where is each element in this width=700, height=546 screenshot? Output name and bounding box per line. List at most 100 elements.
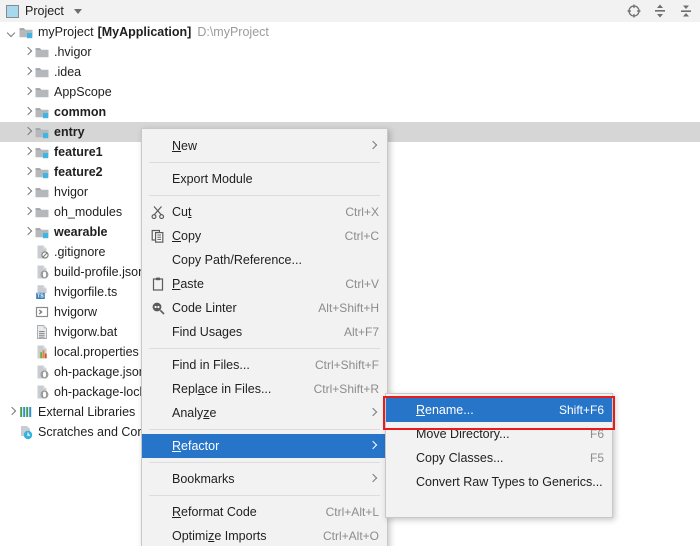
menu-item-shortcut: F6 [590, 427, 604, 441]
tree-row-hvigor[interactable]: .hvigor [0, 42, 700, 62]
menu-item-paste[interactable]: PasteCtrl+V [142, 272, 387, 296]
tree-row-label: oh-package.json5 [54, 365, 153, 379]
tree-row-label: local.properties [54, 345, 139, 359]
menu-item-shortcut: Ctrl+Alt+L [326, 505, 379, 519]
menu-item-label: New [172, 139, 359, 153]
chevron-right-icon[interactable] [22, 107, 33, 118]
menu-item-find-in-files[interactable]: Find in Files... Ctrl+Shift+F [142, 353, 387, 377]
tree-row-appscope[interactable]: AppScope [0, 82, 700, 102]
menu-icon-placeholder [394, 426, 410, 442]
menu-item-shortcut: Ctrl+X [345, 205, 379, 219]
menu-separator [149, 462, 380, 463]
menu-item-export-module[interactable]: Export Module [142, 167, 387, 191]
chevron-down-icon[interactable] [6, 27, 17, 38]
tree-row-label: oh_modules [54, 205, 122, 219]
chevron-right-icon[interactable] [22, 167, 33, 178]
menu-item-label: Reformat Code [172, 505, 312, 519]
menu-item-replace-in-files[interactable]: Replace in Files...Ctrl+Shift+R [142, 377, 387, 401]
chevron-right-icon [369, 408, 379, 418]
menu-icon-placeholder [394, 450, 410, 466]
menu-icon-placeholder [150, 504, 166, 520]
tree-row-label: feature1 [54, 145, 103, 159]
menu-icon-placeholder [150, 252, 166, 268]
menu-item-label: Find in Files... [172, 358, 301, 372]
typescript-file-icon: TS [34, 284, 50, 300]
module-folder-icon [18, 24, 34, 40]
chevron-right-icon[interactable] [22, 207, 33, 218]
collapse-all-icon[interactable] [678, 3, 694, 19]
chevron-right-icon[interactable] [22, 187, 33, 198]
menu-item-bookmarks[interactable]: Bookmarks [142, 467, 387, 491]
tree-arrow-placeholder [22, 347, 33, 358]
menu-item-optimize-imports[interactable]: Optimize ImportsCtrl+Alt+O [142, 524, 387, 546]
menu-item-shortcut: Ctrl+V [345, 277, 379, 291]
folder-icon [34, 184, 50, 200]
tree-arrow-placeholder [22, 267, 33, 278]
code-linter-icon [150, 300, 166, 316]
tree-row-label: External Libraries [38, 405, 135, 419]
expand-all-icon[interactable] [652, 3, 668, 19]
tree-row-label: hvigor [54, 185, 88, 199]
menu-icon-placeholder [150, 528, 166, 544]
menu-separator [149, 495, 380, 496]
menu-item-refactor[interactable]: Refactor [142, 434, 387, 458]
menu-item-copy[interactable]: CopyCtrl+C [142, 224, 387, 248]
tree-row-label: common [54, 105, 106, 119]
refactor-submenu[interactable]: Rename...Shift+F6 Move Directory... F6 Copy… [385, 393, 613, 518]
menu-item-copy-path-reference[interactable]: Copy Path/Reference... [142, 248, 387, 272]
project-tool-window: Project [0, 0, 700, 546]
chevron-down-icon[interactable] [74, 9, 82, 14]
menu-item-label: Code Linter [172, 301, 304, 315]
menu-icon-placeholder [150, 381, 166, 397]
tree-arrow-placeholder [6, 427, 17, 438]
chevron-right-icon[interactable] [22, 87, 33, 98]
chevron-right-icon[interactable] [22, 47, 33, 58]
submenu-item-rename[interactable]: Rename...Shift+F6 [386, 398, 612, 422]
tree-row-common[interactable]: common [0, 102, 700, 122]
chevron-right-icon [369, 141, 379, 151]
menu-item-shortcut: Ctrl+Alt+O [323, 529, 379, 543]
tree-row-label: .hvigor [54, 45, 92, 59]
tree-arrow-placeholder [22, 327, 33, 338]
tree-arrow-placeholder [22, 287, 33, 298]
chevron-right-icon[interactable] [22, 147, 33, 158]
tree-row-module-name: [MyApplication] [98, 25, 192, 39]
submenu-item-convert-raw-types-to-generics[interactable]: Convert Raw Types to Generics... [386, 470, 612, 494]
menu-icon-placeholder [150, 171, 166, 187]
copy-icon [150, 228, 166, 244]
folder-icon [34, 64, 50, 80]
menu-item-new[interactable]: New [142, 134, 387, 158]
menu-item-code-linter[interactable]: Code LinterAlt+Shift+H [142, 296, 387, 320]
menu-icon-placeholder [150, 324, 166, 340]
menu-item-analyze[interactable]: Analyze [142, 401, 387, 425]
tree-row-myproject[interactable]: myProject[MyApplication]D:\myProject [0, 22, 700, 42]
menu-item-label: Rename... [416, 403, 545, 417]
module-folder-icon [34, 144, 50, 160]
menu-item-shortcut: Ctrl+Shift+F [315, 358, 379, 372]
menu-icon-placeholder [150, 438, 166, 454]
menu-item-reformat-code[interactable]: Reformat Code Ctrl+Alt+L [142, 500, 387, 524]
chevron-right-icon[interactable] [22, 227, 33, 238]
json-file-icon [34, 384, 50, 400]
submenu-item-move-directory[interactable]: Move Directory... F6 [386, 422, 612, 446]
json-file-icon [34, 364, 50, 380]
menu-item-find-usages[interactable]: Find UsagesAlt+F7 [142, 320, 387, 344]
chevron-right-icon[interactable] [22, 127, 33, 138]
select-opened-file-icon[interactable] [626, 3, 642, 19]
chevron-right-icon[interactable] [6, 407, 17, 418]
menu-item-label: Copy [172, 229, 331, 243]
chevron-right-icon [369, 474, 379, 484]
submenu-item-copy-classes[interactable]: Copy Classes...F5 [386, 446, 612, 470]
shell-file-icon [34, 304, 50, 320]
menu-item-label: Move Directory... [416, 427, 576, 441]
context-menu[interactable]: New Export Module CutCtrl+XCopyCtrl+CCopy … [141, 128, 388, 546]
menu-item-label: Find Usages [172, 325, 330, 339]
tree-arrow-placeholder [22, 367, 33, 378]
tree-row-label: .idea [54, 65, 81, 79]
chevron-right-icon[interactable] [22, 67, 33, 78]
menu-item-label: Export Module [172, 172, 379, 186]
menu-item-cut[interactable]: CutCtrl+X [142, 200, 387, 224]
properties-file-icon [34, 344, 50, 360]
tree-row-idea[interactable]: .idea [0, 62, 700, 82]
tool-window-title-group[interactable]: Project [0, 4, 82, 18]
